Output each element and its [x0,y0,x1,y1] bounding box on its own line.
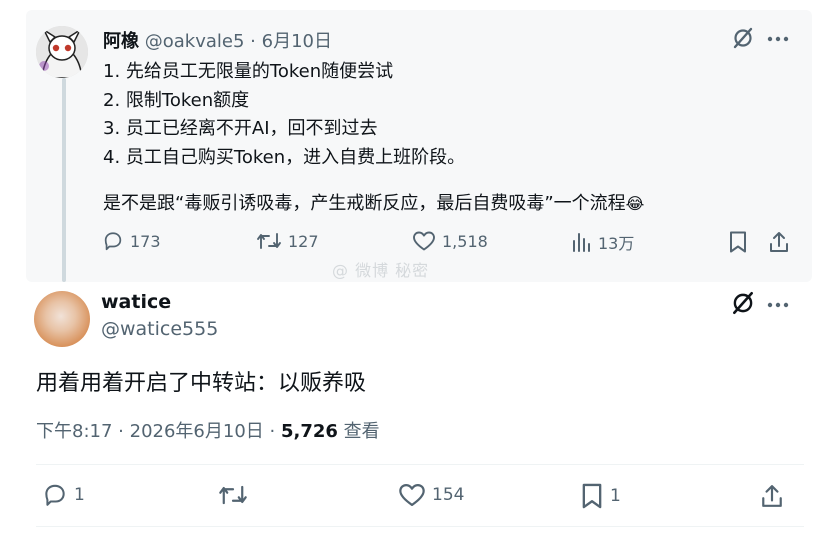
views-count: 13万 [598,234,635,253]
like-button[interactable]: 1,518 [412,230,488,252]
views-button[interactable]: 13万 [570,230,634,254]
post-actions: 1 154 1 [0,482,840,512]
post-line: 是不是跟“毒贩引诱吸毒，产生戒断反应，最后自费吸毒”一个流程😂 [103,190,644,219]
views-label: 查看 [343,421,380,442]
share-icon [762,485,782,507]
avatar[interactable] [36,26,88,78]
author-name[interactable]: watice [101,291,171,313]
post-meta: 下午8:17 · 2026年6月10日 · 5,726 查看 [36,417,380,443]
reply-button[interactable]: 173 [102,230,161,252]
post-time[interactable]: 下午8:17 [36,421,112,442]
divider [36,464,804,465]
post-date[interactable]: 6月10日 [262,31,332,52]
repost-icon [257,233,281,249]
post-line: 3. 员工已经离不开AI，回不到过去 [103,118,378,139]
heart-icon [413,231,435,251]
repost-icon [219,485,247,505]
bookmark-icon [730,231,746,253]
separator-dot: · [269,421,276,442]
post-line: 2. 限制Token额度 [103,89,250,111]
more-icon[interactable] [766,296,790,318]
parent-post-actions: 173 127 1,518 13万 [0,230,840,260]
post-line: 1. 先给员工无限量的Token随便尝试 [103,61,394,82]
post-line: 4. 员工自己购买Token，进入自费上班阶段。 [103,146,466,168]
bookmark-button[interactable]: 1 [580,482,621,510]
watermark-text: @ 微博 秘密 [332,261,430,280]
reply-icon [45,484,65,506]
reply-button[interactable]: 1 [42,482,85,508]
author-handle[interactable]: @oakvale5 [145,31,245,52]
grok-icon[interactable] [731,290,755,320]
share-button[interactable] [760,482,784,510]
share-icon [770,232,788,252]
share-button[interactable] [768,230,790,254]
separator-dot: · [118,421,124,442]
post-date[interactable]: 2026年6月10日 [130,421,264,442]
heart-icon [399,483,425,507]
laughing-emoji: 😂 [625,194,645,213]
views-count: 5,726 [281,421,338,442]
reply-icon [104,232,122,251]
divider [36,526,804,527]
like-count: 154 [432,485,465,505]
views-icon [573,233,590,252]
post-text: 用着用着开启了中转站：以贩养吸 [36,371,367,396]
avatar[interactable] [34,291,90,347]
like-count: 1,518 [442,231,488,251]
reply-count: 1 [74,485,85,505]
author-name[interactable]: 阿橡 [103,31,139,52]
more-icon[interactable] [766,30,790,52]
reply-count: 173 [130,231,161,251]
repost-count: 127 [288,231,319,251]
parent-post-header: 阿橡 @oakvale5 · 6月10日 [103,27,332,53]
bookmark-count: 1 [610,486,621,506]
bookmark-icon [582,483,602,509]
grok-icon[interactable] [732,26,754,54]
like-button[interactable]: 154 [398,482,464,508]
separator-dot: · [250,31,256,52]
author-handle[interactable]: @watice555 [101,318,218,340]
repost-button[interactable]: 127 [256,230,319,252]
closing-text: 是不是跟“毒贩引诱吸毒，产生戒断反应，最后自费吸毒”一个流程 [103,193,626,214]
repost-button[interactable] [218,482,254,508]
parent-post-text: 1. 先给员工无限量的Token随便尝试 2. 限制Token额度 3. 员工已… [103,58,644,219]
bookmark-button[interactable] [728,230,748,254]
